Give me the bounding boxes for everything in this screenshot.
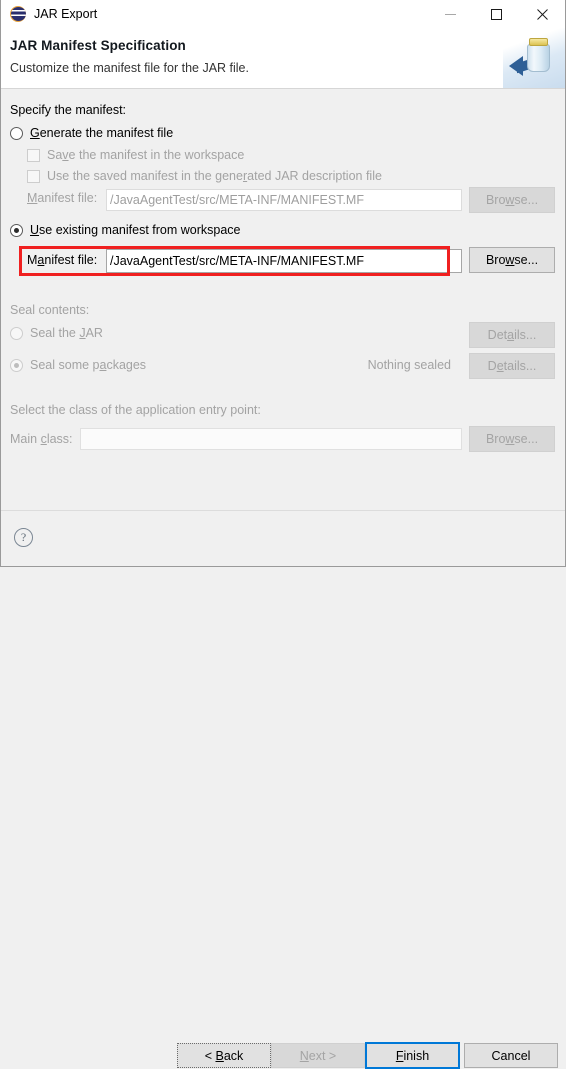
window-title: JAR Export [34,7,98,21]
page-subtitle: Customize the manifest file for the JAR … [10,61,249,75]
generate-manifest-browse-button: Browse... [469,187,555,213]
existing-manifest-file-label: Manifest file: [27,253,98,267]
dialog-footer: ? < Back Next > Finish Cancel [1,510,565,1069]
seal-status-label: Nothing sealed [367,358,451,372]
existing-manifest-browse-button[interactable]: Browse... [469,247,555,273]
finish-button[interactable]: Finish [365,1042,460,1069]
page-title: JAR Manifest Specification [10,38,186,53]
seal-contents-group-label: Seal contents: [10,303,90,317]
radio-seal-some-packages: Seal some packages [10,358,146,372]
checkbox-use-saved-manifest-label: Use the saved manifest in the generated … [47,169,382,183]
main-class-browse-button: Browse... [469,426,555,452]
close-icon[interactable] [519,0,565,28]
radio-seal-the-jar-indicator [10,326,23,340]
checkbox-use-saved-manifest: Use the saved manifest in the generated … [27,169,382,183]
title-bar: JAR Export [1,0,565,28]
minimize-icon[interactable] [427,0,473,28]
checkbox-save-manifest-workspace-indicator [27,148,40,162]
specify-manifest-group-label: Specify the manifest: [10,103,127,117]
radio-use-existing-manifest-indicator [10,223,23,237]
radio-seal-some-packages-label: Seal some packages [30,358,147,372]
main-class-label: Main class: [10,432,73,446]
radio-generate-manifest-label: Generate the manifest file [30,126,174,140]
seal-jar-details-button: Details... [469,322,555,348]
main-class-input [80,428,462,450]
seal-packages-details-button: Details... [469,353,555,379]
generate-manifest-file-input: /JavaAgentTest/src/META-INF/MANIFEST.MF [106,189,462,211]
window-controls [427,0,565,28]
wizard-header: JAR Manifest Specification Customize the… [1,28,565,89]
radio-use-existing-manifest-label: Use existing manifest from workspace [30,223,241,237]
existing-manifest-file-input[interactable]: /JavaAgentTest/src/META-INF/MANIFEST.MF [106,249,462,273]
checkbox-use-saved-manifest-indicator [27,169,40,183]
next-button: Next > [271,1043,365,1068]
back-button[interactable]: < Back [177,1043,271,1068]
cancel-button[interactable]: Cancel [464,1043,558,1068]
radio-generate-manifest[interactable]: Generate the manifest file [10,126,173,140]
jar-export-dialog: JAR Export JAR Manifest Specification Cu… [0,0,566,1069]
radio-seal-the-jar: Seal the JAR [10,326,103,340]
radio-generate-manifest-indicator [10,126,23,140]
main-class-group-label: Select the class of the application entr… [10,403,261,417]
radio-seal-the-jar-label: Seal the JAR [30,326,103,340]
checkbox-save-manifest-workspace-label: Save the manifest in the workspace [47,148,245,162]
generate-manifest-file-label: Manifest file: [27,191,98,205]
dialog-body: Specify the manifest: Generate the manif… [1,89,565,510]
jar-export-banner-icon [503,28,565,88]
help-icon[interactable]: ? [14,528,33,547]
radio-seal-some-packages-indicator [10,358,23,372]
radio-use-existing-manifest[interactable]: Use existing manifest from workspace [10,223,241,237]
checkbox-save-manifest-workspace: Save the manifest in the workspace [27,148,244,162]
maximize-icon[interactable] [473,0,519,28]
jar-export-icon [10,6,26,22]
